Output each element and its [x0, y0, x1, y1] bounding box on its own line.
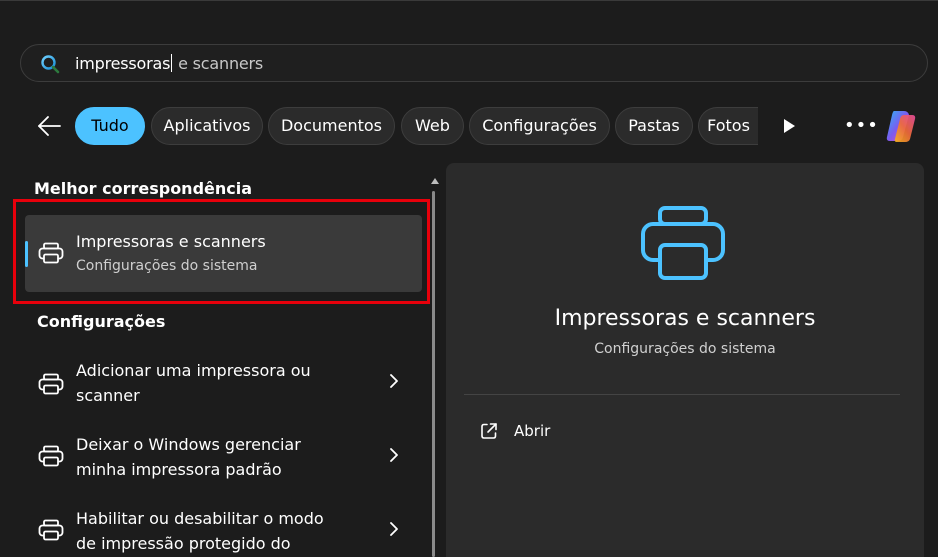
filter-chip-folders[interactable]: Pastas: [615, 107, 693, 145]
search-panel: impressoras e scanners Tudo Aplicativos …: [0, 0, 938, 557]
settings-item-line2: de impressão protegido do: [76, 534, 291, 553]
search-icon: [41, 55, 60, 74]
search-box[interactable]: impressoras e scanners: [20, 44, 928, 82]
open-action-label: Abrir: [514, 422, 551, 440]
play-icon[interactable]: [782, 118, 796, 134]
filter-chip-web[interactable]: Web: [401, 107, 464, 145]
settings-item-line2: minha impressora padrão: [76, 460, 282, 479]
search-suggestion-text: e scanners: [173, 54, 264, 73]
chevron-right-icon: [390, 522, 398, 536]
settings-item-line1: Deixar o Windows gerenciar: [76, 435, 301, 454]
open-external-icon: [481, 423, 497, 439]
settings-header: Configurações: [37, 312, 166, 331]
filter-chip-all[interactable]: Tudo: [75, 107, 145, 145]
search-input[interactable]: impressoras e scanners: [75, 54, 263, 73]
copilot-icon[interactable]: [884, 107, 922, 145]
settings-result-item[interactable]: Deixar o Windows gerenciar minha impress…: [25, 427, 422, 493]
chevron-right-icon: [390, 448, 398, 462]
detail-title: Impressoras e scanners: [554, 306, 816, 331]
detail-subtitle: Configurações do sistema: [594, 341, 776, 357]
printer-icon: [38, 373, 64, 395]
chevron-right-icon: [390, 374, 398, 388]
divider: [464, 394, 900, 395]
more-icon[interactable]: •••: [844, 115, 878, 137]
filter-chip-photos[interactable]: Fotos: [698, 107, 758, 145]
printer-icon: [641, 206, 725, 280]
scroll-up-icon[interactable]: [430, 177, 440, 185]
settings-result-item[interactable]: Adicionar uma impressora ou scanner: [25, 353, 422, 419]
best-match-header: Melhor correspondência: [34, 179, 253, 198]
printer-icon: [38, 519, 64, 541]
settings-result-item[interactable]: Habilitar ou desabilitar o modo de impre…: [25, 501, 422, 557]
open-action-button[interactable]: Abrir: [466, 411, 666, 451]
printer-icon: [38, 445, 64, 467]
settings-item-line1: Habilitar ou desabilitar o modo: [76, 509, 324, 528]
filter-chip-apps[interactable]: Aplicativos: [151, 107, 263, 145]
filter-chip-settings[interactable]: Configurações: [469, 107, 610, 145]
settings-item-line2: scanner: [76, 386, 140, 405]
result-detail-panel: Impressoras e scanners Configurações do …: [446, 163, 924, 557]
scrollbar-thumb[interactable]: [432, 191, 435, 557]
settings-item-line1: Adicionar uma impressora ou: [76, 361, 311, 380]
search-typed-text: impressoras: [75, 54, 171, 73]
arrow-left-icon[interactable]: [36, 115, 62, 137]
highlight-box: [13, 199, 430, 304]
filter-chip-documents[interactable]: Documentos: [268, 107, 395, 145]
